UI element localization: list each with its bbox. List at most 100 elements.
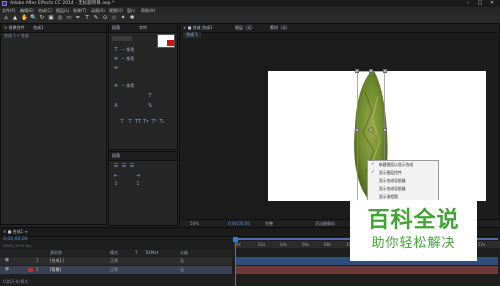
col-mode[interactable]: 模式 (110, 250, 118, 256)
faux-italic-icon[interactable]: T (127, 120, 133, 125)
layer-mode[interactable]: 正常 (110, 267, 118, 273)
stroke-color-swatch[interactable] (167, 40, 174, 46)
anchor-point-icon[interactable] (368, 127, 374, 133)
col-parent[interactable]: 父级 (180, 250, 188, 256)
align-center-icon[interactable]: ☰ (121, 164, 127, 169)
checkmark-icon: ✓ (371, 162, 375, 167)
rectangle-icon[interactable]: ▭ (66, 15, 72, 21)
effect-controls-panel: × 效果控件 合成1 合成 1 • 合成 (0, 23, 107, 225)
clone-stamp-icon[interactable]: ⊙ (102, 15, 108, 21)
selection-icon[interactable]: ▲ (12, 15, 18, 21)
tab-layer[interactable]: 图层（无） (235, 24, 255, 32)
eraser-icon[interactable]: ◇ (111, 15, 117, 21)
current-timecode[interactable]: 0;00;00;00 (228, 220, 250, 226)
font-dropdown[interactable] (112, 36, 132, 41)
stroke-width-value[interactable]: — 像素 (121, 83, 134, 89)
layer-mode[interactable]: 正常 (110, 258, 118, 264)
tab-align[interactable]: 段落 (112, 152, 120, 160)
resolution-select[interactable]: 完整 (265, 220, 273, 226)
small-caps-icon[interactable]: Tт (143, 120, 149, 125)
puppet-pin-icon[interactable]: ✱ (129, 15, 135, 21)
camera-icon[interactable]: ▣ (48, 15, 54, 21)
toggle-switches-modes[interactable]: 切换开关/模式 (3, 279, 28, 285)
space-before-icon[interactable]: ↥ (113, 182, 119, 187)
layer-name[interactable]: [合成1] (50, 258, 64, 264)
hand-icon[interactable]: ✋ (21, 15, 28, 21)
font-size-value[interactable]: — 像素 (121, 47, 134, 53)
rotate-icon[interactable]: ↻ (39, 15, 45, 21)
menu-item-3[interactable]: 显示合成导航器 (368, 185, 438, 193)
menu-effect[interactable]: 效果(T) (73, 7, 87, 14)
roto-brush-icon[interactable]: ✦ (120, 15, 126, 21)
align-left-icon[interactable]: ☰ (113, 164, 119, 169)
transform-handle[interactable] (369, 69, 373, 73)
layer-parent[interactable]: 无 (180, 267, 184, 273)
playhead-handle[interactable] (233, 237, 238, 242)
menu-file[interactable]: 文件(F) (2, 7, 15, 14)
menu-help[interactable]: 帮助(H) (141, 7, 155, 14)
home-icon[interactable]: ⌂ (3, 15, 9, 21)
layer-duration-bar[interactable] (236, 266, 498, 274)
paragraph-panel: 段落 ☰ ☰ ☰ ⇤ ⇥ ↥ ↧ (108, 151, 178, 226)
layer-name[interactable]: [背景] (50, 267, 61, 273)
menu-view[interactable]: 视图(V) (109, 7, 123, 14)
checkmark-icon: ✓ (371, 170, 375, 175)
tab-character[interactable]: 字符 (139, 24, 147, 32)
stroke-width-icon: ≡ (113, 83, 119, 89)
zoom-icon[interactable]: 🔍 (30, 15, 37, 21)
maximize-button[interactable]: □ (474, 0, 486, 7)
brush-icon[interactable]: ✎ (93, 15, 99, 21)
leading-icon: ≡ (113, 56, 119, 62)
indent-left-icon[interactable]: ⇤ (113, 174, 119, 179)
all-caps-icon[interactable]: TT (135, 120, 141, 125)
layer-parent[interactable]: 无 (180, 258, 184, 264)
timeline-fps: 00000 (29.97 fps) (3, 244, 32, 248)
active-camera-select[interactable]: 活动摄像机 (315, 220, 335, 226)
playhead[interactable] (235, 238, 236, 286)
tab-timeline-comp[interactable]: × ■ 合成1 ≡ (3, 228, 28, 236)
minimize-button[interactable]: – (462, 0, 474, 7)
col-trkmat[interactable]: TrkMat (145, 250, 158, 256)
tab-effect-controls-comp[interactable]: 合成1 (33, 24, 44, 32)
transform-handle[interactable] (355, 128, 359, 132)
menu-item-0[interactable]: ✓ 新建图层以显示合成 (368, 161, 438, 169)
leading-value[interactable]: — 像素 (121, 56, 134, 62)
tab-effect-controls[interactable]: × 效果控件 (4, 24, 25, 32)
comp-breadcrumb[interactable]: 合成 1 (183, 32, 201, 38)
font-size-icon: T (114, 47, 118, 53)
transform-handle[interactable] (383, 69, 387, 73)
space-after-icon[interactable]: ↧ (135, 182, 141, 187)
character-panel: 段落 字符 T — 像素 ≡ — 像素 ⇹ ≡ — 像素 T A % T T T… (108, 23, 178, 150)
align-right-icon[interactable]: ☰ (129, 164, 135, 169)
tab-composition[interactable]: × ■ 合成 合成1 (183, 24, 213, 32)
eye-icon[interactable]: ◉ (4, 258, 10, 263)
menu-composition[interactable]: 合成(C) (38, 7, 52, 14)
superscript-icon[interactable]: T¹ (151, 120, 157, 125)
label-color-swatch[interactable] (28, 268, 33, 272)
zoom-level[interactable]: 50% (190, 220, 199, 226)
text-icon[interactable]: T (84, 15, 90, 21)
layer-row[interactable]: ◉ 2 [背景] 正常 无 (0, 266, 232, 274)
menu-item-1[interactable]: ✓ 显示图层控件 (368, 169, 438, 177)
faux-bold-icon[interactable]: T (119, 120, 125, 125)
vertical-scale-icon: T (148, 93, 152, 99)
menu-animation[interactable]: 动画(A) (91, 7, 105, 14)
close-button[interactable]: ✕ (486, 0, 498, 7)
col-t[interactable]: T (135, 250, 137, 256)
layer-row[interactable]: ◉ 1 [合成1] 正常 无 (0, 257, 232, 265)
subscript-icon[interactable]: T₁ (159, 120, 165, 125)
menu-layer[interactable]: 图层(L) (56, 7, 69, 14)
pan-behind-icon[interactable]: ◎ (57, 15, 63, 21)
col-source-name[interactable]: 源名称 (50, 250, 62, 256)
ruler-tick: 22s (478, 242, 486, 247)
menu-window[interactable]: 窗口 (127, 7, 135, 14)
tab-paragraph[interactable]: 段落 (112, 24, 120, 32)
eye-icon[interactable]: ◉ (4, 267, 10, 272)
menu-item-2[interactable]: 显示合成导航器 (368, 177, 438, 185)
indent-right-icon[interactable]: ⇥ (135, 174, 141, 179)
tab-footage[interactable]: 素材（无） (270, 24, 290, 32)
transform-handle[interactable] (355, 69, 359, 73)
pen-icon[interactable]: ✒ (75, 15, 81, 21)
menu-edit[interactable]: 编辑(E) (20, 7, 34, 14)
transform-handle[interactable] (383, 128, 387, 132)
